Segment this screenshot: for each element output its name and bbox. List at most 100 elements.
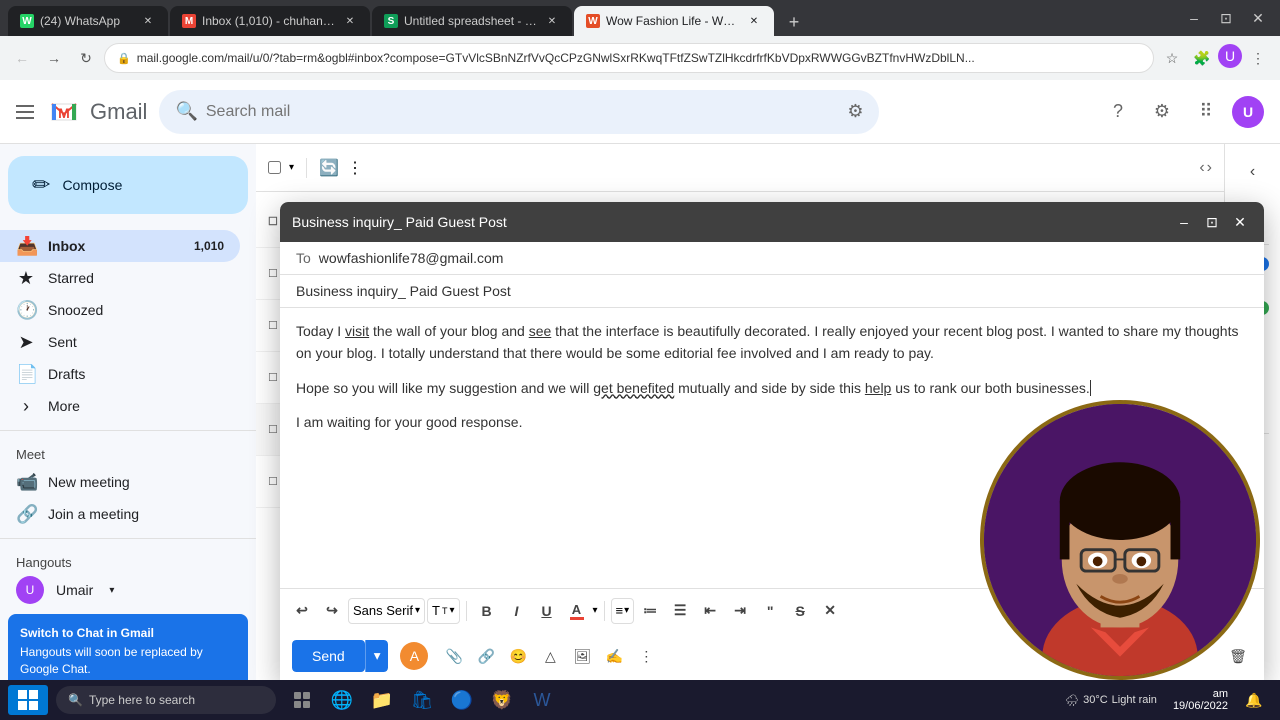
tab-close-gmail[interactable]: ✕ bbox=[342, 13, 358, 29]
numbered-list-button[interactable]: ≔ bbox=[636, 597, 664, 625]
gmail-search-bar[interactable]: 🔍 ⚙ bbox=[159, 90, 879, 134]
taskbar-word[interactable]: W bbox=[524, 682, 560, 718]
windows-logo-icon bbox=[18, 690, 38, 710]
attach-file-button[interactable]: 📎 bbox=[440, 642, 468, 670]
insert-emoji-button[interactable]: 😊 bbox=[504, 642, 532, 670]
text-color-dropdown[interactable]: ▾ bbox=[593, 605, 598, 616]
address-bar[interactable]: 🔒 mail.google.com/mail/u/0/?tab=rm&ogbl#… bbox=[104, 43, 1154, 73]
compose-modal-title: Business inquiry_ Paid Guest Post bbox=[292, 214, 1172, 230]
sidebar-item-starred[interactable]: ★ Starred bbox=[0, 262, 240, 294]
menu-line bbox=[16, 105, 34, 107]
formatting-options-button[interactable]: A bbox=[400, 642, 428, 670]
select-dropdown[interactable]: ▾ bbox=[289, 162, 294, 173]
underline-button[interactable]: U bbox=[533, 597, 561, 625]
align-selector[interactable]: ≡ ▾ bbox=[611, 598, 635, 624]
redo-button[interactable]: ↪ bbox=[318, 597, 346, 625]
reload-button[interactable]: ↻ bbox=[72, 44, 100, 72]
settings-button[interactable]: ⚙ bbox=[1144, 94, 1180, 130]
indent-dec-button[interactable]: ⇤ bbox=[696, 597, 724, 625]
help-button[interactable]: ? bbox=[1100, 94, 1136, 130]
indent-inc-button[interactable]: ⇥ bbox=[726, 597, 754, 625]
refresh-button[interactable]: 🔄 bbox=[319, 158, 339, 178]
new-tab-button[interactable]: + bbox=[780, 8, 808, 36]
compose-fullscreen-button[interactable]: ⊡ bbox=[1200, 210, 1224, 234]
tab-sheets[interactable]: S Untitled spreadsheet - Google S... ✕ bbox=[372, 6, 572, 36]
font-family-selector[interactable]: Sans Serif ▾ bbox=[348, 598, 425, 624]
more-options-button[interactable]: ⋮ bbox=[347, 158, 363, 178]
quote-button[interactable]: " bbox=[756, 597, 784, 625]
compose-to-field[interactable]: To wowfashionlife78@gmail.com bbox=[280, 242, 1264, 275]
prev-page-button[interactable]: ‹ bbox=[1199, 159, 1204, 177]
browser-profile-button[interactable]: U bbox=[1218, 44, 1242, 68]
next-page-button[interactable]: › bbox=[1207, 159, 1212, 177]
strikethrough-button[interactable]: S bbox=[786, 597, 814, 625]
tab-close-wow[interactable]: ✕ bbox=[746, 13, 762, 29]
font-size-selector[interactable]: T T ▾ bbox=[427, 598, 459, 624]
compose-button[interactable]: ✏ Compose bbox=[8, 156, 248, 214]
tab-close-whatsapp[interactable]: ✕ bbox=[140, 13, 156, 29]
sidebar-item-hangouts-user[interactable]: U Umair ▾ bbox=[0, 574, 240, 606]
taskbar-task-view[interactable] bbox=[284, 682, 320, 718]
tab-whatsapp[interactable]: W (24) WhatsApp ✕ bbox=[8, 6, 168, 36]
gmail-menu-icon[interactable] bbox=[16, 100, 40, 124]
search-options-icon[interactable]: ⚙ bbox=[847, 101, 863, 122]
delete-draft-button[interactable]: 🗑 bbox=[1224, 642, 1252, 670]
minimize-browser-button[interactable]: – bbox=[1180, 4, 1208, 32]
taskbar-search[interactable]: 🔍 Type here to search bbox=[56, 686, 276, 714]
hangouts-banner-desc: Hangouts will soon be replaced by Google… bbox=[20, 644, 236, 678]
taskbar-chrome[interactable]: 🔵 bbox=[444, 682, 480, 718]
rs-nav-left[interactable]: ‹ bbox=[1233, 152, 1273, 192]
insert-drive-button[interactable]: △ bbox=[536, 642, 564, 670]
send-button[interactable]: Send bbox=[292, 640, 365, 672]
select-all-checkbox[interactable] bbox=[268, 161, 281, 174]
tab-label-gmail: Inbox (1,010) - chuhanumair37@... bbox=[202, 14, 336, 28]
forward-button[interactable]: → bbox=[40, 44, 68, 72]
taskbar-store[interactable]: 🛍 bbox=[404, 682, 440, 718]
close-browser-button[interactable]: ✕ bbox=[1244, 4, 1272, 32]
apps-button[interactable]: ⠿ bbox=[1188, 94, 1224, 130]
sidebar-item-join-meeting[interactable]: 🔗 Join a meeting bbox=[0, 498, 240, 530]
send-dropdown-button[interactable]: ▾ bbox=[365, 640, 389, 672]
back-button[interactable]: ← bbox=[8, 44, 36, 72]
tab-wow[interactable]: W Wow Fashion Life - Where Fashi... ✕ bbox=[574, 6, 774, 36]
tab-gmail[interactable]: M Inbox (1,010) - chuhanumair37@... ✕ bbox=[170, 6, 370, 36]
undo-button[interactable]: ↩ bbox=[288, 597, 316, 625]
remove-format-button[interactable]: ✕ bbox=[816, 597, 844, 625]
bold-button[interactable]: B bbox=[473, 597, 501, 625]
sidebar-item-inbox[interactable]: 📥 Inbox 1,010 bbox=[0, 230, 240, 262]
sidebar-item-drafts[interactable]: 📄 Drafts bbox=[0, 358, 240, 390]
taskbar-search-icon: 🔍 bbox=[68, 693, 83, 707]
bookmark-button[interactable]: ☆ bbox=[1158, 44, 1186, 72]
taskbar-brave[interactable]: 🦁 bbox=[484, 682, 520, 718]
insert-signature-button[interactable]: ✍ bbox=[600, 642, 628, 670]
tab-close-sheets[interactable]: ✕ bbox=[544, 13, 560, 29]
compose-subject-field[interactable]: Business inquiry_ Paid Guest Post bbox=[280, 275, 1264, 308]
text-color-letter: A bbox=[572, 602, 581, 617]
sidebar-item-sent[interactable]: ➤ Sent bbox=[0, 326, 240, 358]
insert-link-button[interactable]: 🔗 bbox=[472, 642, 500, 670]
taskbar-edge[interactable]: 🌐 bbox=[324, 682, 360, 718]
text-color-button[interactable]: A bbox=[563, 597, 591, 625]
sidebar-item-new-meeting[interactable]: 📹 New meeting bbox=[0, 466, 240, 498]
insert-photo-button[interactable]: 🖼 bbox=[568, 642, 596, 670]
italic-button[interactable]: I bbox=[503, 597, 531, 625]
sidebar-item-snoozed[interactable]: 🕐 Snoozed bbox=[0, 294, 240, 326]
more-options-compose-button[interactable]: ⋮ bbox=[632, 642, 660, 670]
compose-close-button[interactable]: ✕ bbox=[1228, 210, 1252, 234]
notification-center[interactable]: 🔔 bbox=[1236, 682, 1272, 718]
sent-icon: ➤ bbox=[16, 332, 36, 353]
search-input[interactable] bbox=[206, 103, 839, 121]
taskbar-explorer[interactable]: 📁 bbox=[364, 682, 400, 718]
compose-to-value[interactable]: wowfashionlife78@gmail.com bbox=[319, 250, 504, 266]
user-avatar[interactable]: U bbox=[1232, 96, 1264, 128]
browser-menu-button[interactable]: ⋮ bbox=[1244, 44, 1272, 72]
toolbar-divider bbox=[306, 158, 307, 178]
sidebar-item-more[interactable]: › More bbox=[0, 390, 240, 422]
restore-browser-button[interactable]: ⊡ bbox=[1212, 4, 1240, 32]
weather-label: Light rain bbox=[1112, 694, 1157, 706]
more-icon: › bbox=[16, 396, 36, 417]
compose-minimize-button[interactable]: – bbox=[1172, 210, 1196, 234]
browser-extensions-button[interactable]: 🧩 bbox=[1188, 44, 1216, 72]
start-button[interactable] bbox=[8, 685, 48, 715]
bullet-list-button[interactable]: ☰ bbox=[666, 597, 694, 625]
